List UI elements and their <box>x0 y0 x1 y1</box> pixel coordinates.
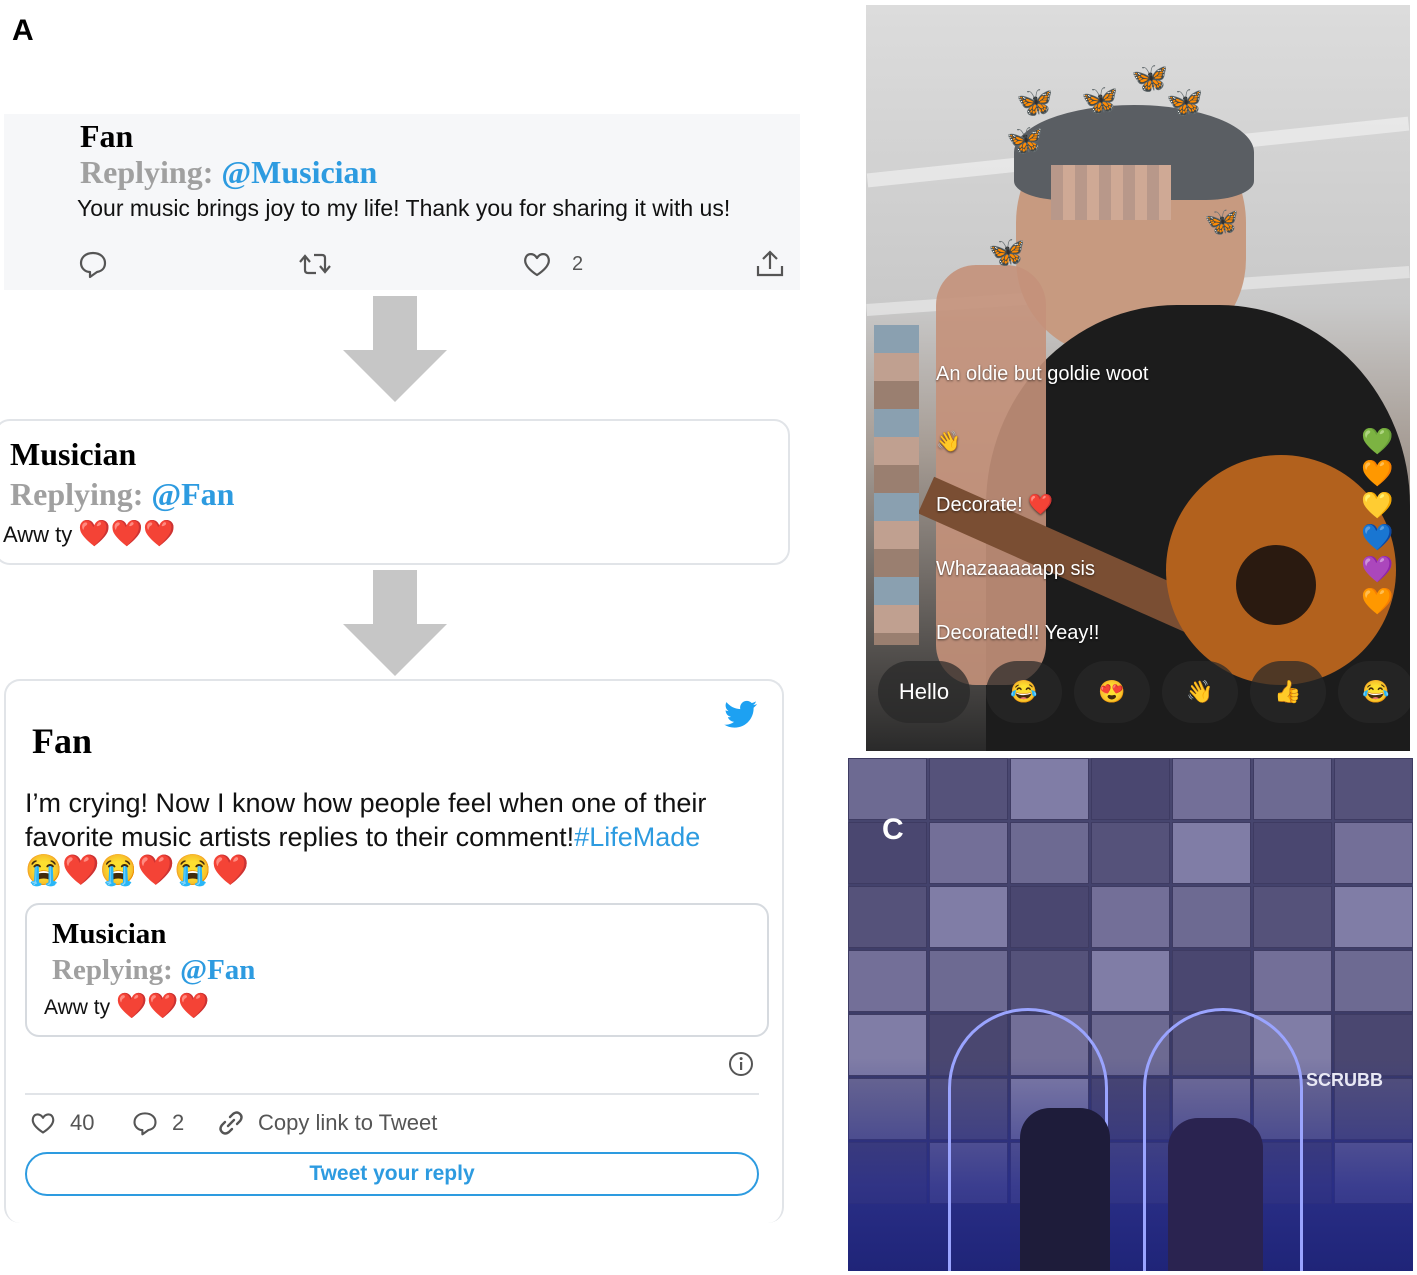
audience-video-tile <box>1010 758 1089 820</box>
audience-video-tile <box>1253 886 1332 948</box>
info-icon[interactable] <box>728 1051 754 1077</box>
audience-video-tile <box>1253 758 1332 820</box>
tweet-author-name: Musician <box>10 436 137 472</box>
audience-video-tile <box>1253 822 1332 884</box>
audience-video-tile <box>1172 822 1251 884</box>
quoted-text: Aww ty ❤️❤️❤️ <box>44 992 209 1021</box>
quick-reply-emoji[interactable]: 😂 <box>1338 661 1410 723</box>
tweet-author-name: Fan <box>80 118 134 154</box>
replying-label: Replying: <box>52 954 173 986</box>
divider <box>25 1093 759 1095</box>
tweet-author-name: Fan <box>32 721 93 761</box>
quick-reply-emoji[interactable]: 😍 <box>1074 661 1150 723</box>
tweet-text: I’m crying! Now I know how people feel w… <box>25 786 765 888</box>
audience-video-tile <box>1172 950 1251 1012</box>
mention-link[interactable]: @Fan <box>180 954 255 986</box>
audience-video-tile <box>1010 822 1089 884</box>
audience-video-tile <box>1172 886 1251 948</box>
audience-video-tile <box>1091 758 1170 820</box>
live-comment: 👋 <box>936 431 961 453</box>
hashtag-link[interactable]: #LifeMade <box>574 822 700 852</box>
live-comment: Decorate! ❤️ <box>936 494 1054 516</box>
audience-video-tile <box>848 758 927 820</box>
live-comment: An oldie but goldie woot <box>936 363 1149 385</box>
tweet-text-body: Aww ty <box>3 522 79 547</box>
audience-video-tile <box>929 886 1008 948</box>
butterfly-filter-icon: 🦋 <box>1204 206 1239 237</box>
reply-icon[interactable] <box>131 1109 159 1137</box>
reply-count: 2 <box>172 1110 185 1135</box>
butterfly-filter-icon: 🦋 <box>1166 86 1204 119</box>
heart-icon[interactable] <box>29 1110 57 1136</box>
replying-label: Replying: <box>80 154 214 190</box>
retweet-icon[interactable] <box>298 248 332 280</box>
guitar-soundhole <box>1236 545 1316 625</box>
audience-video-tile <box>929 950 1008 1012</box>
live-comment: Whazaaaaapp sis <box>936 558 1095 580</box>
like-count: 2 <box>572 253 584 275</box>
crying-hearts-emoji: 😭❤️😭❤️😭❤️ <box>25 854 250 887</box>
replying-to-line: Replying: @Fan <box>10 476 234 513</box>
audience-video-tile <box>1334 950 1413 1012</box>
twitter-bird-icon <box>724 700 757 728</box>
livestream-photo: 🦋 🦋 🦋 🦋 🦋 🦋 🦋 💚 🧡 💛 💙 💜 🧡 An oldie but goldie… <box>866 5 1410 751</box>
audience-video-tile <box>1091 886 1170 948</box>
panel-label-c: C <box>882 813 904 846</box>
audience-video-tile <box>1334 822 1413 884</box>
link-icon[interactable] <box>217 1109 245 1137</box>
audience-video-tile <box>1334 886 1413 948</box>
audience-video-tile <box>848 886 927 948</box>
butterfly-filter-icon: 🦋 <box>988 236 1026 269</box>
tweet-your-reply-button[interactable]: Tweet your reply <box>25 1152 759 1196</box>
butterfly-filter-icon: 🦋 <box>1016 86 1054 119</box>
performer-guitarist <box>1168 1118 1263 1271</box>
audience-video-tile <box>1091 950 1170 1012</box>
replying-to-line: Replying: @Fan <box>52 954 255 987</box>
quick-reply-hello[interactable]: Hello <box>878 661 970 723</box>
audience-video-tile <box>929 822 1008 884</box>
audience-video-tile <box>1172 758 1251 820</box>
tweet-text: Your music brings joy to my life! Thank … <box>77 195 731 221</box>
butterfly-filter-icon: 🦋 <box>1006 124 1044 157</box>
scrubb-sign: SCRUBB <box>1306 1070 1384 1090</box>
heart-icon[interactable] <box>521 248 553 280</box>
butterfly-filter-icon: 🦋 <box>1081 84 1119 117</box>
performer-singer <box>1020 1108 1110 1271</box>
flow-arrow-down-icon <box>343 570 447 676</box>
quick-reply-emoji[interactable]: 👋 <box>1162 661 1238 723</box>
copy-link-button[interactable]: Copy link to Tweet <box>258 1110 437 1136</box>
tweet-text: Aww ty ❤️❤️❤️ <box>3 518 176 549</box>
audience-video-tile <box>1091 822 1170 884</box>
replying-label: Replying: <box>10 476 144 512</box>
audience-video-tile <box>1010 950 1089 1012</box>
replying-to-line: Replying: @Musician <box>80 154 377 191</box>
quick-reply-emoji[interactable]: 😂 <box>986 661 1062 723</box>
mention-link[interactable]: @Fan <box>151 476 234 512</box>
audience-video-tile <box>1253 950 1332 1012</box>
quoted-author-name: Musician <box>52 918 167 950</box>
hearts-emoji: ❤️❤️❤️ <box>78 518 176 548</box>
blurred-avatars <box>874 325 919 645</box>
virtual-concert-photo: SCRUBB <box>848 758 1413 1271</box>
blurred-eyes <box>1051 165 1171 220</box>
share-icon[interactable] <box>754 248 786 280</box>
audience-video-tile <box>848 950 927 1012</box>
panel-label-a: A <box>12 14 34 47</box>
reply-icon[interactable] <box>78 248 108 280</box>
mention-link[interactable]: @Musician <box>221 154 377 190</box>
audience-video-tile <box>929 758 1008 820</box>
floating-hearts: 💚 🧡 💛 💙 💜 🧡 <box>1361 426 1394 616</box>
quick-reply-emoji[interactable]: 👍 <box>1250 661 1326 723</box>
butterfly-filter-icon: 🦋 <box>1131 62 1169 95</box>
audience-video-tile <box>1334 758 1413 820</box>
like-count: 40 <box>70 1110 95 1135</box>
live-comment: Decorated!! Yeay!! <box>936 622 1100 644</box>
quoted-text-body: Aww ty <box>44 996 116 1019</box>
flow-arrow-down-icon <box>343 296 447 402</box>
hearts-emoji: ❤️❤️❤️ <box>115 992 210 1020</box>
audience-video-tile <box>1010 886 1089 948</box>
